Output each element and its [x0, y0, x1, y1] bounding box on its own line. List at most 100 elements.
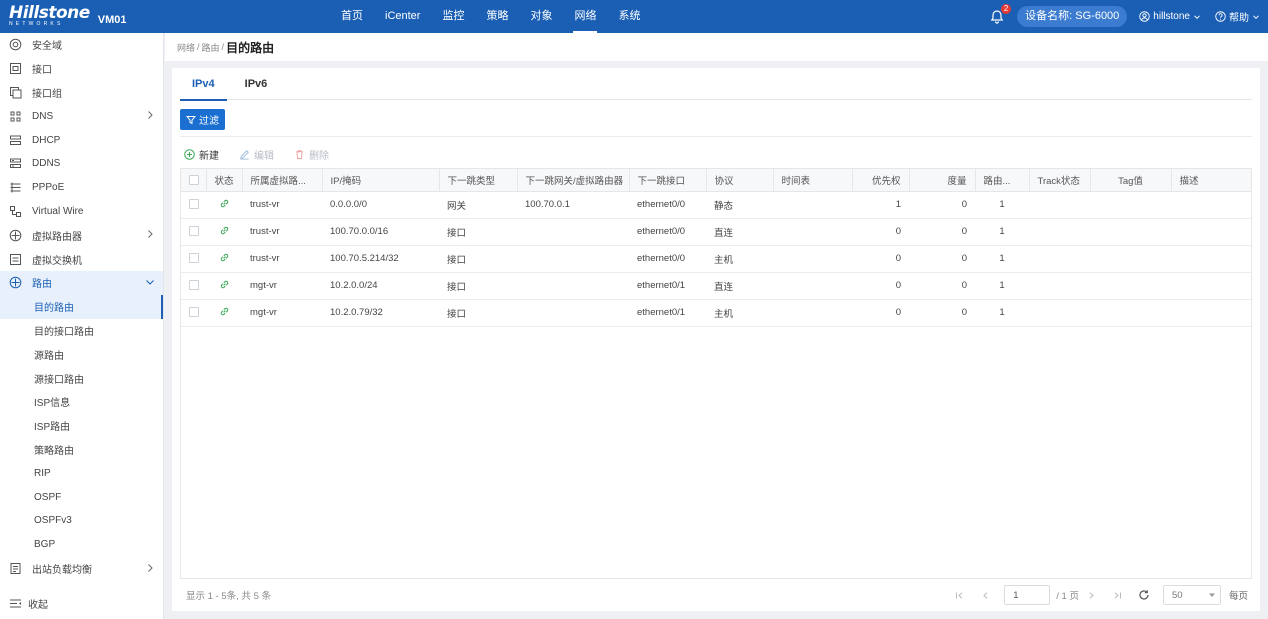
- table-row[interactable]: trust-vr 0.0.0.0/0 网关 100.70.0.1 ethernet0/0…: [181, 191, 1251, 219]
- row-select-cell: [181, 218, 206, 246]
- sidebar-subitem[interactable]: 源路由: [0, 342, 163, 366]
- row-checkbox[interactable]: [189, 199, 199, 210]
- column-header[interactable]: 描述: [1171, 169, 1251, 192]
- prev-page-button[interactable]: [978, 588, 992, 602]
- cell-route: 1: [975, 191, 1029, 219]
- cell-desc: [1171, 272, 1251, 300]
- sidebar-item[interactable]: DNS: [0, 104, 163, 128]
- delete-button[interactable]: 删除: [294, 147, 329, 162]
- nav-item-4[interactable]: 对象: [519, 0, 563, 33]
- sidebar-subitem[interactable]: 目的路由: [0, 294, 163, 319]
- refresh-button[interactable]: [1137, 588, 1151, 602]
- routes-table: 状态 所属虚拟路... IP/掩码 下一跳类型 下一跳网关/虚拟路由器 下一跳接口 协议 时间…: [180, 168, 1252, 579]
- sidebar-item[interactable]: 出站负载均衡: [0, 557, 163, 581]
- notification-bell[interactable]: 2: [989, 3, 1012, 25]
- sidebar-item[interactable]: 路由: [0, 270, 163, 295]
- nav-item-3[interactable]: 策略: [475, 0, 519, 33]
- first-page-button[interactable]: [952, 588, 966, 602]
- chevron-left-icon: [983, 591, 988, 599]
- cell-ip: 0.0.0.0/0: [322, 191, 439, 219]
- main-nav: 首页 iCenter 监控 策略 对象 网络 系统: [330, 0, 651, 33]
- refresh-icon: [1139, 590, 1149, 600]
- sidebar-item[interactable]: DDNS: [0, 152, 163, 176]
- cell-priority: 0: [852, 245, 909, 273]
- row-checkbox[interactable]: [189, 226, 199, 237]
- new-button[interactable]: 新建: [184, 147, 219, 162]
- sidebar-subitem[interactable]: ISP路由: [0, 414, 163, 438]
- cell-desc: [1171, 218, 1251, 246]
- sidebar-subitem[interactable]: RIP: [0, 461, 163, 485]
- page-number-input[interactable]: [1004, 585, 1051, 605]
- select-all-checkbox[interactable]: [189, 174, 199, 185]
- cell-gateway: [517, 245, 629, 273]
- cell-metric: 0: [909, 272, 975, 300]
- column-header[interactable]: 时间表: [773, 169, 853, 192]
- column-header[interactable]: IP/掩码: [322, 169, 440, 192]
- sidebar-subitem[interactable]: OSPF: [0, 485, 163, 509]
- brand[interactable]: Hillstone NETWORKS VM01: [0, 5, 160, 28]
- new-label: 新建: [199, 150, 219, 162]
- column-header[interactable]: 下一跳网关/虚拟路由器: [517, 169, 630, 192]
- next-page-button[interactable]: [1085, 588, 1099, 602]
- cell-iface: ethernet0/0: [629, 191, 706, 219]
- page-size-select[interactable]: 50: [1162, 585, 1221, 605]
- last-page-button[interactable]: [1111, 588, 1125, 602]
- cell-iface: ethernet0/0: [629, 245, 706, 273]
- interface-icon: [10, 63, 21, 75]
- table-row[interactable]: mgt-vr 10.2.0.79/32 接口 ethernet0/1 主机 0 0 1: [181, 299, 1251, 327]
- sidebar-item[interactable]: 接口: [0, 57, 163, 81]
- sidebar-subitem[interactable]: 策略路由: [0, 438, 163, 462]
- column-header[interactable]: 状态: [206, 169, 243, 192]
- nav-item-5[interactable]: 网络: [563, 0, 607, 33]
- row-checkbox[interactable]: [189, 253, 199, 264]
- sidebar-subitem[interactable]: 源接口路由: [0, 366, 163, 390]
- column-header[interactable]: 下一跳类型: [439, 169, 518, 192]
- cell-gateway: [517, 218, 629, 246]
- column-header[interactable]: 下一跳接口: [629, 169, 707, 192]
- sidebar-subitem[interactable]: 目的接口路由: [0, 319, 163, 343]
- sidebar-item[interactable]: PPPoE: [0, 176, 163, 200]
- table-row[interactable]: trust-vr 100.70.0.0/16 接口 ethernet0/0 直连 0 0 1: [181, 218, 1251, 246]
- cell-protocol: 直连: [706, 272, 773, 300]
- sidebar-item[interactable]: 接口组: [0, 81, 163, 105]
- column-header[interactable]: 所属虚拟路...: [242, 169, 323, 192]
- sidebar-subitem[interactable]: OSPFv3: [0, 509, 163, 533]
- sidebar-subitem[interactable]: BGP: [0, 533, 163, 557]
- table-row[interactable]: trust-vr 100.70.5.214/32 接口 ethernet0/0 主机 0 0…: [181, 245, 1251, 273]
- sidebar-item-label: 接口: [32, 65, 52, 77]
- table-row[interactable]: mgt-vr 10.2.0.0/24 接口 ethernet0/1 直连 0 0 1: [181, 272, 1251, 300]
- help-menu[interactable]: 帮助: [1215, 9, 1260, 24]
- nav-item-2[interactable]: 监控: [431, 0, 475, 33]
- sidebar-item[interactable]: Virtual Wire: [0, 200, 163, 224]
- page-total: / 1 页: [1056, 591, 1079, 602]
- row-checkbox[interactable]: [189, 307, 199, 318]
- cell-gateway: [517, 272, 629, 300]
- breadcrumb-item-route[interactable]: 路由: [202, 41, 220, 54]
- breadcrumb-item-network[interactable]: 网络: [177, 41, 195, 54]
- sidebar-item-label: DNS: [32, 110, 54, 122]
- column-header[interactable]: Track状态: [1029, 169, 1091, 192]
- tab-ipv6[interactable]: IPv6: [233, 68, 280, 100]
- column-header[interactable]: 优先权: [852, 169, 910, 192]
- nav-item-6[interactable]: 系统: [607, 0, 651, 33]
- sidebar-item[interactable]: 虚拟路由器: [0, 223, 163, 247]
- collapse-sidebar-button[interactable]: 收起: [9, 596, 48, 611]
- sidebar-item[interactable]: DHCP: [0, 128, 163, 152]
- user-menu[interactable]: hillstone: [1139, 11, 1201, 22]
- notification-badge: 2: [1001, 3, 1012, 14]
- nav-item-1[interactable]: iCenter: [374, 0, 431, 33]
- pagination: / 1 页 50 每页: [946, 585, 1248, 605]
- row-checkbox[interactable]: [189, 280, 199, 291]
- edit-button[interactable]: 编辑: [239, 147, 274, 162]
- column-header[interactable]: 度量: [909, 169, 976, 192]
- nav-item-0[interactable]: 首页: [330, 0, 374, 33]
- sidebar-subitem[interactable]: ISP信息: [0, 390, 163, 414]
- column-header[interactable]: 路由...: [975, 169, 1030, 192]
- sidebar-item[interactable]: 虚拟交换机: [0, 247, 163, 271]
- column-header[interactable]: Tag值: [1090, 169, 1172, 192]
- sidebar-item-label: Virtual Wire: [32, 205, 84, 217]
- tab-ipv4[interactable]: IPv4: [180, 68, 227, 101]
- column-header[interactable]: 协议: [706, 169, 774, 192]
- filter-button[interactable]: 过滤: [180, 109, 225, 130]
- sidebar-item[interactable]: 安全域: [0, 33, 163, 57]
